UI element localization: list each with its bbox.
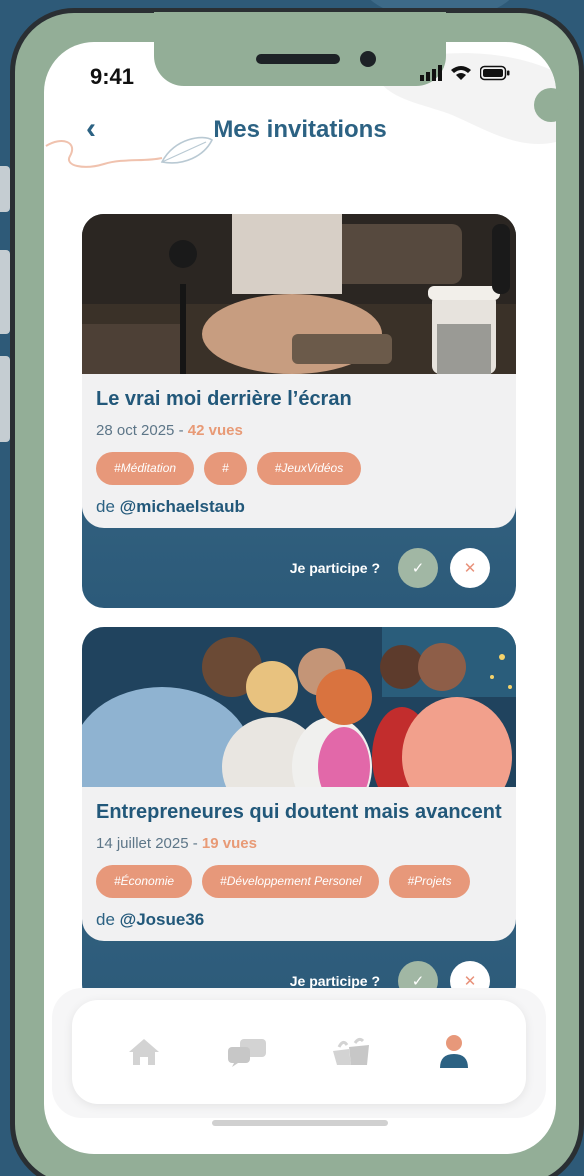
decline-button[interactable]: ✕ [450,548,490,588]
author-prefix: de [96,910,120,929]
tag-chip[interactable]: # [204,452,247,485]
speaker [256,54,340,64]
check-icon: ✓ [411,560,425,577]
invitation-date: 14 juillet 2025 [96,835,189,852]
invitation-author: de @Josue36 [96,910,204,930]
participate-label: Je participe ? [289,560,380,576]
invitation-title: Entrepreneures qui doutent mais avancent [96,801,502,823]
tab-messages[interactable] [223,1032,271,1072]
invitation-meta: 14 juillet 2025 - 19 vues [96,835,257,852]
stage: 9:41 ‹ Mes invitations Le vrai moi derri… [0,0,584,1176]
community-icon [332,1037,369,1065]
wifi-icon [451,66,471,80]
accept-button[interactable]: ✓ [398,548,438,588]
tab-community[interactable] [327,1032,375,1072]
page-title: Mes invitations [213,116,387,143]
invitation-card-body[interactable]: Entrepreneures qui doutent mais avancent… [82,627,516,941]
phone-side-button [0,166,10,212]
tag-chip[interactable]: #Projets [389,865,470,898]
close-icon: ✕ [463,560,477,577]
invitation-views: 19 vues [201,835,257,852]
tag-list: #Économie #Développement Personel #Proje… [96,865,470,898]
decorative-circle [534,88,568,122]
tag-chip[interactable]: #Développement Personel [202,865,380,898]
status-icons [420,65,510,81]
invitation-photo [82,214,516,374]
tag-chip[interactable]: #JeuxVidéos [256,452,362,485]
tab-home[interactable] [120,1032,168,1072]
chat-bubbles-icon [228,1039,267,1067]
invitation-photo [82,627,516,787]
author-handle[interactable]: @michaelstaub [120,497,245,516]
signal-icon [420,65,442,81]
status-time: 9:41 [90,64,135,89]
phone-side-button [0,250,10,334]
front-camera [360,51,376,67]
invitation-date: 28 oct 2025 [96,422,175,439]
meta-separator: - [188,835,202,852]
invitation-card: Le vrai moi derrière l’écran 28 oct 2025… [82,214,516,608]
participate-label: Je participe ? [289,973,380,989]
battery-icon [480,65,510,81]
tab-profile[interactable] [430,1032,478,1072]
invitation-title: Le vrai moi derrière l’écran [96,388,352,410]
invitation-card-body[interactable]: Le vrai moi derrière l’écran 28 oct 2025… [82,214,516,528]
participate-row: Je participe ? ✓ ✕ [290,548,490,588]
tab-bar [72,1000,526,1104]
phone-side-button [0,356,10,442]
invitation-author: de @michaelstaub [96,497,245,517]
tag-list: #Méditation # #JeuxVidéos [96,452,362,485]
tag-chip[interactable]: #Méditation [96,452,195,485]
author-prefix: de [96,497,120,516]
tag-chip[interactable]: #Économie [96,865,193,898]
home-icon [128,1039,159,1065]
notch [154,12,446,86]
invitation-meta: 28 oct 2025 - 42 vues [96,422,243,439]
invitation-card: Entrepreneures qui doutent mais avancent… [82,627,516,1007]
profile-icon [440,1035,469,1068]
home-indicator [212,1120,388,1126]
author-handle[interactable]: @Josue36 [120,910,205,929]
meta-separator: - [174,422,188,439]
invitation-views: 42 vues [187,422,243,439]
